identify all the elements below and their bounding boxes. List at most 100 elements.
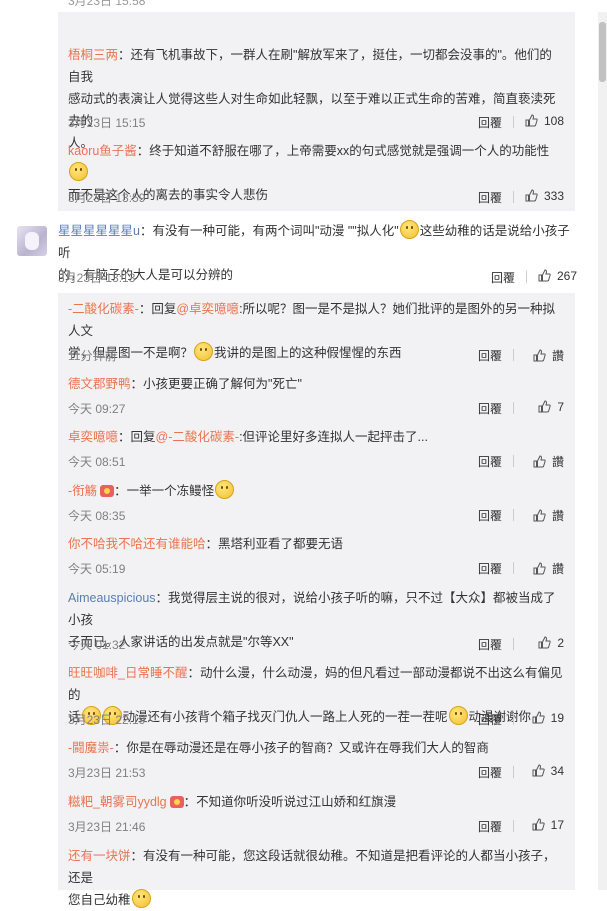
reply-item: 糍粑_朝雾司yydlg ：不知道你听没听说过江山娇和红旗漫 3月23日 21:46… xyxy=(68,791,564,834)
like-button[interactable]: 19 xyxy=(514,711,564,725)
thumbs-up-icon xyxy=(538,400,551,413)
nickname-link[interactable]: 旺旺咖啡_日常睡不醒 xyxy=(68,666,187,680)
like-count: 2 xyxy=(557,636,564,650)
reply-button[interactable]: 回覆 xyxy=(478,400,502,417)
timestamp: 今天 01:32 xyxy=(68,638,126,652)
like-button[interactable]: 讚 xyxy=(514,507,564,524)
reply-button[interactable]: 回覆 xyxy=(478,347,502,364)
reply-item: -衔觞 ：一举一个冻鳗怪 今天 08:35 回覆 讚 xyxy=(68,480,564,523)
reply-button[interactable]: 回覆 xyxy=(478,453,502,470)
reply-meta: 3月23日 22:19 回覆 19 xyxy=(68,711,564,727)
reply-meta: 今天 05:19 回覆 讚 xyxy=(68,560,564,576)
comment-line: ：有没有一种可能，有两个词叫"动漫 ""拟人化" xyxy=(139,224,399,238)
like-count: 讚 xyxy=(551,349,564,363)
reply-text: 德文郡野鸭：小孩更要正确了解何为"死亡" xyxy=(68,373,564,395)
thumbs-up-icon xyxy=(533,509,546,522)
mention-link[interactable]: @-二酸化碳素- xyxy=(156,430,240,444)
reply-meta: 3月23日 15:15 回覆 108 xyxy=(68,114,564,130)
nickname-link[interactable]: 星星星星星星u xyxy=(58,224,140,238)
scrollbar[interactable] xyxy=(598,12,607,890)
like-count: 34 xyxy=(550,764,564,778)
like-count: 19 xyxy=(550,711,564,725)
reply-line: ：一举一个冻鳗怪 xyxy=(114,484,215,498)
like-button[interactable]: 讚 xyxy=(514,453,564,470)
thumbs-up-icon xyxy=(532,764,545,777)
like-button[interactable]: 34 xyxy=(514,764,564,778)
reply-meta: 今天 08:35 回覆 讚 xyxy=(68,507,564,523)
nickname-link[interactable]: 德文郡野鸭 xyxy=(68,377,131,391)
comment-meta: 3月23日 13:13 回覆 267 xyxy=(58,269,577,285)
nickname-link[interactable]: 卓奕噫噫 xyxy=(68,430,118,444)
nickname-link[interactable]: -二酸化碳素- xyxy=(68,302,139,316)
nickname-link[interactable]: Aimeauspicious xyxy=(68,591,156,605)
top-partial-row: 3月23日 15:58 xyxy=(0,0,607,12)
reply-text: 糍粑_朝雾司yydlg ：不知道你听没听说过江山娇和红旗漫 xyxy=(68,791,564,813)
like-count: 讚 xyxy=(551,562,564,576)
timestamp: 今天 09:27 xyxy=(68,402,126,416)
thumbs-up-icon xyxy=(533,562,546,575)
thumbs-up-icon xyxy=(533,455,546,468)
reply-button[interactable]: 回覆 xyxy=(478,818,502,835)
reply-label: 回复 xyxy=(130,430,156,444)
nickname-link[interactable]: 糍粑_朝雾司yydlg xyxy=(68,795,167,809)
like-button[interactable]: 讚 xyxy=(514,347,564,364)
thumbs-up-icon xyxy=(532,711,545,724)
timestamp: 3月23日 21:46 xyxy=(68,820,146,834)
main-comment: 星星星星星星u：有没有一种可能，有两个词叫"动漫 ""拟人化" 这些幼稚的话是说给… xyxy=(58,220,577,286)
reply-button[interactable]: 回覆 xyxy=(478,189,502,206)
nickname-link[interactable]: 你不哈我不哈还有谁能哈 xyxy=(68,537,206,551)
nickname-link[interactable]: -衔觞 xyxy=(68,484,97,498)
reply-meta: 3月23日 21:53 回覆 34 xyxy=(68,764,564,780)
reply-button[interactable]: 回覆 xyxy=(491,269,515,286)
like-button[interactable]: 108 xyxy=(514,114,564,128)
reply-line: ：你是在辱动漫还是在辱小孩子的智商？又或许在辱我们大人的智商 xyxy=(113,741,489,755)
reply-item: Aimeauspicious：我觉得层主说的很对，说给小孩子听的嘛，只不过【大众… xyxy=(68,587,564,653)
timestamp: 3月23日 21:53 xyxy=(68,766,146,780)
thumbs-up-icon xyxy=(525,114,538,127)
reply-button[interactable]: 回覆 xyxy=(478,711,502,728)
reply-text: 你不哈我不哈还有谁能哈：黑塔利亚看了都要无语 xyxy=(68,533,564,555)
like-button[interactable]: 17 xyxy=(514,818,564,832)
nickname-link[interactable]: -闘魔祟- xyxy=(68,741,114,755)
like-count: 讚 xyxy=(551,509,564,523)
scrollbar-thumb[interactable] xyxy=(599,22,606,82)
reply-button[interactable]: 回覆 xyxy=(478,764,502,781)
reply-item: kaoru鱼子酱：终于知道不舒服在哪了，上帝需要xx的句式感觉就是强调一个人的功… xyxy=(68,140,564,206)
thumbs-up-icon xyxy=(533,349,546,362)
comment-panel: 3月23日 15:58 梧桐三两：还有飞机事故下，一群人在刷"解放军来了，挺住，… xyxy=(0,0,607,908)
like-button[interactable]: 267 xyxy=(527,269,577,283)
thumbs-up-icon xyxy=(538,269,551,282)
reply-meta: 3月23日 13:59 回覆 333 xyxy=(68,189,564,205)
reply-text: 卓奕噫噫：回复@-二酸化碳素-:但评论里好多连拟人一起抨击了... xyxy=(68,430,428,444)
nickname-link[interactable]: 梧桐三两 xyxy=(68,48,118,62)
reply-item: 旺旺咖啡_日常睡不醒：动什么漫，什么动漫，妈的但凡看过一部动漫都说不出这么有偏见… xyxy=(68,662,564,728)
nickname-link[interactable]: kaoru鱼子酱 xyxy=(68,144,137,158)
reply-item: 卓奕噫噫：回复@-二酸化碳素-:但评论里好多连拟人一起抨击了... 今天 08:… xyxy=(68,426,564,469)
like-count: 7 xyxy=(557,400,564,414)
smiley-emoji-icon xyxy=(215,480,235,499)
nickname-link[interactable]: 还有一块饼 xyxy=(68,849,131,863)
mention-link[interactable]: @卓奕噫噫 xyxy=(176,302,239,316)
reply-text: 梧桐三两：还有飞机事故下，一群人在刷"解放军来了，挺住，一切都会没事的"。他们的… xyxy=(68,44,564,154)
like-count: 333 xyxy=(543,189,564,203)
reply-text: 还有一块饼：有没有一种可能，您这段话就很幼稚。不知道是把看评论的人都当小孩子，还… xyxy=(68,845,564,911)
avatar[interactable] xyxy=(17,226,47,256)
like-button[interactable]: 333 xyxy=(514,189,564,203)
reply-line: 您自己幼稚 xyxy=(68,893,131,907)
reply-meta: 11分钟前 回覆 讚 xyxy=(68,347,564,363)
like-button[interactable]: 讚 xyxy=(514,560,564,577)
timestamp: 今天 05:19 xyxy=(68,562,126,576)
reply-button[interactable]: 回覆 xyxy=(478,507,502,524)
like-count: 108 xyxy=(543,114,564,128)
reply-button[interactable]: 回覆 xyxy=(478,560,502,577)
like-button[interactable]: 7 xyxy=(514,400,564,414)
reply-button[interactable]: 回覆 xyxy=(478,636,502,653)
reply-line: ：有没有一种可能，您这段话就很幼稚。不知道是把看评论的人都当小孩子，还是 xyxy=(68,849,556,885)
like-count: 267 xyxy=(556,269,577,283)
like-button[interactable]: 2 xyxy=(514,636,564,650)
reply-meta: 今天 01:32 回覆 2 xyxy=(68,636,564,652)
reply-line: ：还有飞机事故下，一群人在刷"解放军来了，挺住，一切都会没事的"。他们的自我 xyxy=(68,48,552,84)
timestamp: 11分钟前 xyxy=(68,349,117,363)
reply-label: 回复 xyxy=(151,302,177,316)
reply-button[interactable]: 回覆 xyxy=(478,114,502,131)
